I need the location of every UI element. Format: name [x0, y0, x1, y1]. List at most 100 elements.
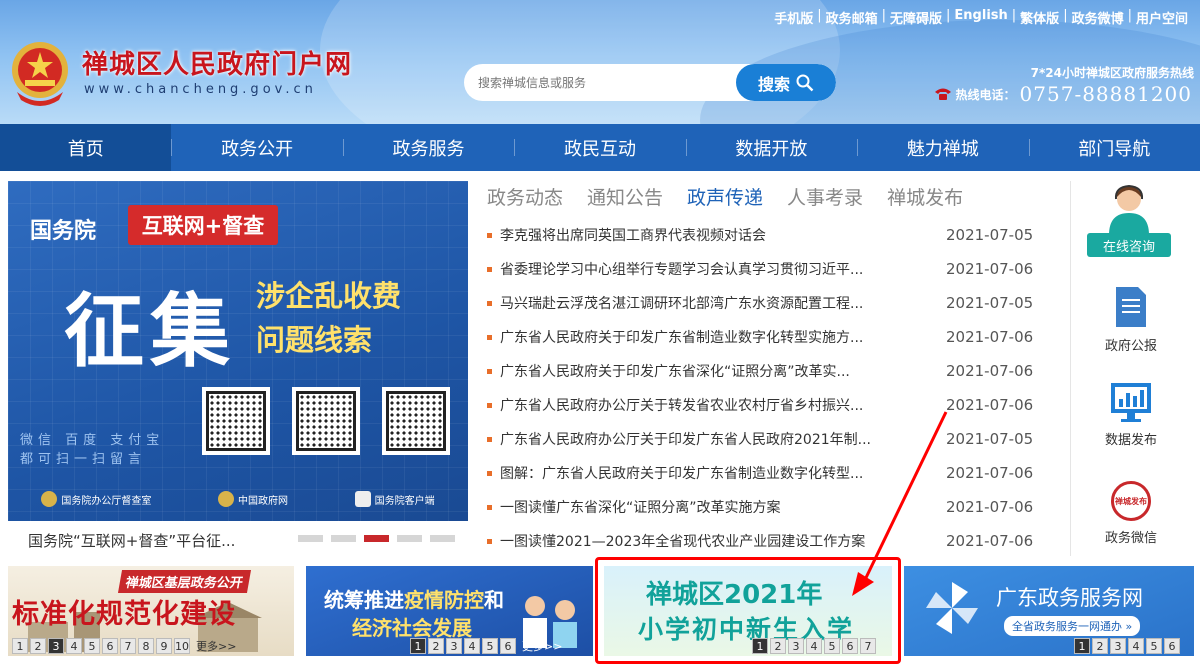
page-button[interactable]: 2: [428, 638, 444, 654]
site-title[interactable]: 禅城区人民政府门户网: [82, 44, 352, 81]
bullet-icon: [487, 436, 492, 442]
tile-2-line-1b: 疫情防控: [404, 588, 484, 612]
list-item[interactable]: 广东省人民政府办公厅关于转发省农业农村厅省乡村振兴... 2021-07-06: [487, 388, 1047, 422]
tile-guangdong-services[interactable]: 广东政务服务网 全省政务服务一网通办 » 1 2 3 4 5 6: [904, 566, 1194, 656]
list-item[interactable]: 一图读懂2021—2023年全省现代农业产业园建设工作方案 2021-07-06: [487, 524, 1047, 558]
page-button[interactable]: 3: [1110, 638, 1126, 654]
nav-gov-services[interactable]: 政务服务: [342, 124, 514, 171]
page-button[interactable]: 5: [482, 638, 498, 654]
nav-gov-affairs[interactable]: 政务公开: [171, 124, 342, 171]
top-links: 手机版 | 政务邮箱 | 无障碍版 | English | 繁体版 | 政务微博 | 用户空…: [774, 8, 1188, 27]
side-item-wechat[interactable]: 禅城发布 政务微信: [1071, 481, 1191, 546]
tile-epidemic-economy[interactable]: 统筹推进疫情防控和 经济社会发展 1 2 3 4 5 6 更多>>: [306, 566, 593, 656]
bullet-icon: [487, 266, 492, 272]
page-button[interactable]: 2: [30, 638, 46, 654]
tile-standardization[interactable]: 禅城区基层政务公开 标准化规范化建设 1 2 3 4 5 6 7 8 9 10 …: [8, 566, 294, 656]
tab-notices[interactable]: 通知公告: [587, 183, 663, 210]
page-button[interactable]: 4: [464, 638, 480, 654]
carousel-banner[interactable]: 国务院 互联网+督查 征集 涉企乱收费 问题线索 微信 百度 支付宝 都可扫一扫…: [8, 181, 468, 521]
page-button[interactable]: 7: [860, 638, 876, 654]
page-button[interactable]: 8: [138, 638, 154, 654]
news-title[interactable]: 图解：广东省人民政府关于印发广东省制造业数字化转型...: [500, 463, 928, 483]
more-link[interactable]: 更多>>: [192, 638, 240, 654]
nav-open-data[interactable]: 数据开放: [685, 124, 857, 171]
list-item[interactable]: 马兴瑞赴云浮茂名湛江调研环北部湾广东水资源配置工程... 2021-07-05: [487, 286, 1047, 320]
page-button-active[interactable]: 3: [48, 638, 64, 654]
search-button[interactable]: 搜索: [736, 64, 836, 101]
side-item-data-release[interactable]: 数据发布: [1071, 381, 1191, 448]
list-item[interactable]: 一图读懂广东省深化“证照分离”改革实施方案 2021-07-06: [487, 490, 1047, 524]
nav-interaction[interactable]: 政民互动: [514, 124, 685, 171]
top-link-mobile[interactable]: 手机版: [774, 8, 813, 27]
page-button-active[interactable]: 1: [1074, 638, 1090, 654]
news-date: 2021-07-06: [946, 532, 1034, 550]
top-link-mail[interactable]: 政务邮箱: [826, 8, 878, 27]
list-item[interactable]: 图解：广东省人民政府关于印发广东省制造业数字化转型... 2021-07-06: [487, 456, 1047, 490]
page-button[interactable]: 6: [500, 638, 516, 654]
list-item[interactable]: 广东省人民政府关于印发广东省制造业数字化转型实施方... 2021-07-06: [487, 320, 1047, 354]
news-date: 2021-07-05: [946, 430, 1034, 448]
page-button[interactable]: 5: [824, 638, 840, 654]
page-button[interactable]: 4: [66, 638, 82, 654]
news-title[interactable]: 省委理论学习中心组举行专题学习会认真学习贯彻习近平...: [500, 259, 928, 279]
search-input[interactable]: [464, 64, 740, 101]
top-link-user-space[interactable]: 用户空间: [1136, 8, 1188, 27]
news-title[interactable]: 广东省人民政府办公厅关于转发省农业农村厅省乡村振兴...: [500, 395, 928, 415]
tab-chancheng-release[interactable]: 禅城发布: [887, 183, 963, 210]
page-button-active[interactable]: 1: [410, 638, 426, 654]
page-button[interactable]: 2: [1092, 638, 1108, 654]
nav-charm-chancheng[interactable]: 魅力禅城: [857, 124, 1028, 171]
news-title[interactable]: 马兴瑞赴云浮茂名湛江调研环北部湾广东水资源配置工程...: [500, 293, 928, 313]
page-button[interactable]: 3: [446, 638, 462, 654]
list-item[interactable]: 广东省人民政府关于印发广东省深化“证照分离”改革实... 2021-07-06: [487, 354, 1047, 388]
page-button[interactable]: 3: [788, 638, 804, 654]
bullet-icon: [487, 504, 492, 510]
page-button[interactable]: 1: [12, 638, 28, 654]
page-button[interactable]: 9: [156, 638, 172, 654]
side-item-gazette[interactable]: 政府公报: [1071, 285, 1191, 354]
carousel-dot[interactable]: [331, 535, 356, 542]
page-button[interactable]: 5: [1146, 638, 1162, 654]
news-title[interactable]: 广东省人民政府关于印发广东省制造业数字化转型实施方...: [500, 327, 928, 347]
list-item[interactable]: 李克强将出席同英国工商界代表视频对话会 2021-07-05: [487, 218, 1047, 252]
tab-personnel[interactable]: 人事考录: [787, 183, 863, 210]
news-title[interactable]: 一图读懂广东省深化“证照分离”改革实施方案: [500, 497, 928, 517]
page-button[interactable]: 6: [842, 638, 858, 654]
carousel-dot[interactable]: [298, 535, 323, 542]
carousel-dot-active[interactable]: [364, 535, 389, 542]
page-button[interactable]: 4: [1128, 638, 1144, 654]
page-button[interactable]: 10: [174, 638, 190, 654]
page-button[interactable]: 7: [120, 638, 136, 654]
news-date: 2021-07-06: [946, 260, 1034, 278]
page-button[interactable]: 4: [806, 638, 822, 654]
top-link-english[interactable]: English: [954, 8, 1007, 27]
page-button-active[interactable]: 1: [752, 638, 768, 654]
top-link-traditional[interactable]: 繁体版: [1020, 8, 1059, 27]
news-title[interactable]: 广东省人民政府办公厅关于印发广东省人民政府2021年制...: [500, 429, 928, 449]
tab-policy-voice[interactable]: 政声传递: [687, 183, 763, 210]
nav-home[interactable]: 首页: [0, 124, 172, 171]
side-item-label: 政务微信: [1104, 531, 1157, 546]
online-consult[interactable]: 在线咨询: [1087, 181, 1171, 257]
page-button[interactable]: 2: [770, 638, 786, 654]
carousel-dot[interactable]: [430, 535, 455, 542]
list-item[interactable]: 省委理论学习中心组举行专题学习会认真学习贯彻习近平... 2021-07-06: [487, 252, 1047, 286]
carousel-dot[interactable]: [397, 535, 422, 542]
news-title[interactable]: 李克强将出席同英国工商界代表视频对话会: [500, 225, 928, 245]
banner-caption[interactable]: 国务院“互联网+督查”平台征...: [28, 530, 235, 551]
list-item[interactable]: 广东省人民政府办公厅关于印发广东省人民政府2021年制... 2021-07-05: [487, 422, 1047, 456]
nav-departments[interactable]: 部门导航: [1028, 124, 1200, 171]
page-button[interactable]: 6: [1164, 638, 1180, 654]
tile-1-headline: 标准化规范化建设: [12, 599, 236, 630]
more-link[interactable]: 更多>>: [518, 638, 566, 654]
news-title[interactable]: 广东省人民政府关于印发广东省深化“证照分离”改革实...: [500, 361, 928, 381]
page-button[interactable]: 6: [102, 638, 118, 654]
tile-4-subtitle[interactable]: 全省政务服务一网通办 »: [1004, 616, 1141, 636]
top-link-accessible[interactable]: 无障碍版: [890, 8, 942, 27]
tab-gov-news[interactable]: 政务动态: [487, 183, 563, 210]
top-link-weibo[interactable]: 政务微博: [1072, 8, 1124, 27]
tile-1-pager: 1 2 3 4 5 6 7 8 9 10 更多>>: [12, 638, 240, 654]
tile-school-enrollment[interactable]: 禅城区2021年 小学初中新生入学 1 2 3 4 5 6 7: [604, 566, 892, 656]
news-title[interactable]: 一图读懂2021—2023年全省现代农业产业园建设工作方案: [500, 531, 928, 551]
page-button[interactable]: 5: [84, 638, 100, 654]
